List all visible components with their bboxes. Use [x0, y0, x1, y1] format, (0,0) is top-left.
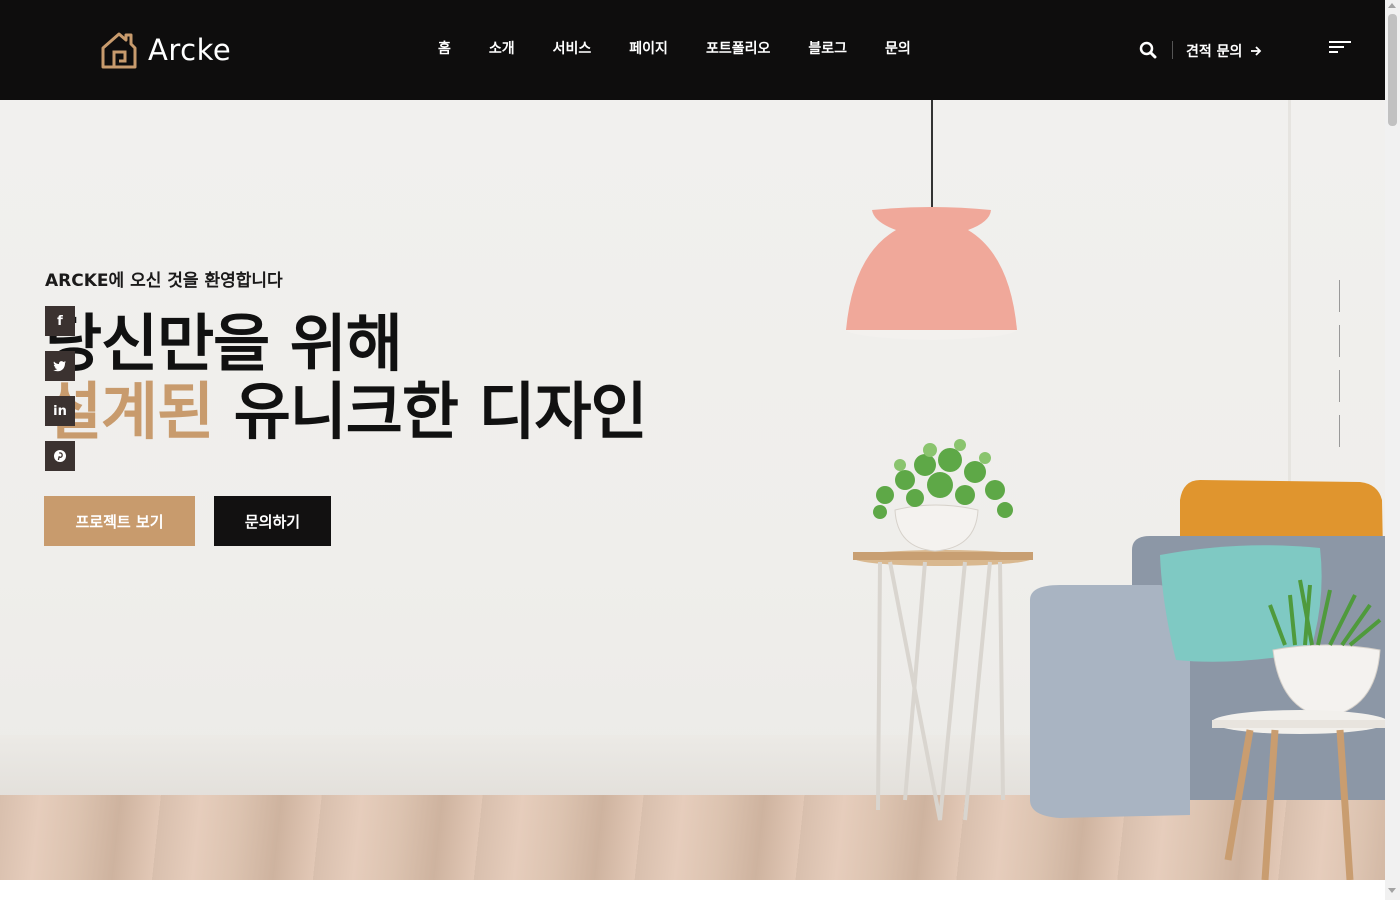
nav-item-services[interactable]: 서비스 — [553, 38, 592, 58]
hero-title-line1: 당신만을 위해 — [45, 307, 403, 380]
nav-item-pages[interactable]: 페이지 — [629, 38, 668, 58]
nav-item-about[interactable]: 소개 — [489, 38, 515, 58]
interior-illustration — [846, 100, 1385, 880]
logo-text: Arcke — [148, 33, 232, 67]
search-icon[interactable] — [1139, 41, 1159, 61]
scrollbar-thumb[interactable] — [1388, 14, 1397, 126]
pinterest-icon[interactable] — [45, 441, 75, 471]
nav-item-contact[interactable]: 문의 — [885, 38, 911, 58]
logo[interactable]: Arcke — [100, 30, 231, 70]
quote-label: 견적 문의 — [1186, 44, 1243, 60]
nav-item-home[interactable]: 홈 — [438, 38, 451, 58]
hero-subtitle: ARCKE에 오신 것을 환영합니다 — [45, 271, 283, 291]
page-scrollbar[interactable] — [1385, 0, 1400, 900]
nav-item-portfolio[interactable]: 포트폴리오 — [706, 38, 770, 58]
slider-indicator[interactable] — [1339, 325, 1340, 357]
contact-button[interactable]: 문의하기 — [214, 496, 331, 546]
linkedin-icon[interactable]: in — [45, 396, 75, 426]
social-links: f in — [45, 306, 75, 486]
house-logo-icon — [101, 32, 137, 69]
slider-indicator[interactable] — [1339, 370, 1340, 402]
arrow-right-icon — [1251, 46, 1262, 56]
quote-link[interactable]: 견적 문의 — [1186, 41, 1262, 61]
site-header: Arcke 홈 소개 서비스 페이지 포트폴리오 블로그 문의 견적 문의 — [0, 0, 1385, 100]
hero-section: ARCKE에 오신 것을 환영합니다 당신만을 위해 설계된 유니크한 디자인 … — [0, 100, 1385, 880]
twitter-icon[interactable] — [45, 351, 75, 381]
hamburger-menu-icon[interactable] — [1329, 40, 1351, 56]
facebook-icon[interactable]: f — [45, 306, 75, 336]
slider-indicator-lines — [1339, 280, 1341, 460]
hero-title-line2: 설계된 유니크한 디자인 — [45, 375, 648, 448]
view-projects-button[interactable]: 프로젝트 보기 — [44, 496, 195, 546]
slider-indicator[interactable] — [1339, 280, 1340, 312]
scroll-up-arrow-icon[interactable] — [1388, 3, 1396, 8]
main-nav: 홈 소개 서비스 페이지 포트폴리오 블로그 문의 — [438, 38, 949, 58]
hero-title-line2-rest: 유니크한 디자인 — [213, 375, 648, 448]
header-divider — [1172, 41, 1173, 59]
slider-indicator[interactable] — [1339, 415, 1340, 447]
hero-title: 당신만을 위해 설계된 유니크한 디자인 — [45, 307, 648, 448]
scroll-down-arrow-icon[interactable] — [1388, 888, 1396, 893]
nav-item-blog[interactable]: 블로그 — [808, 38, 847, 58]
